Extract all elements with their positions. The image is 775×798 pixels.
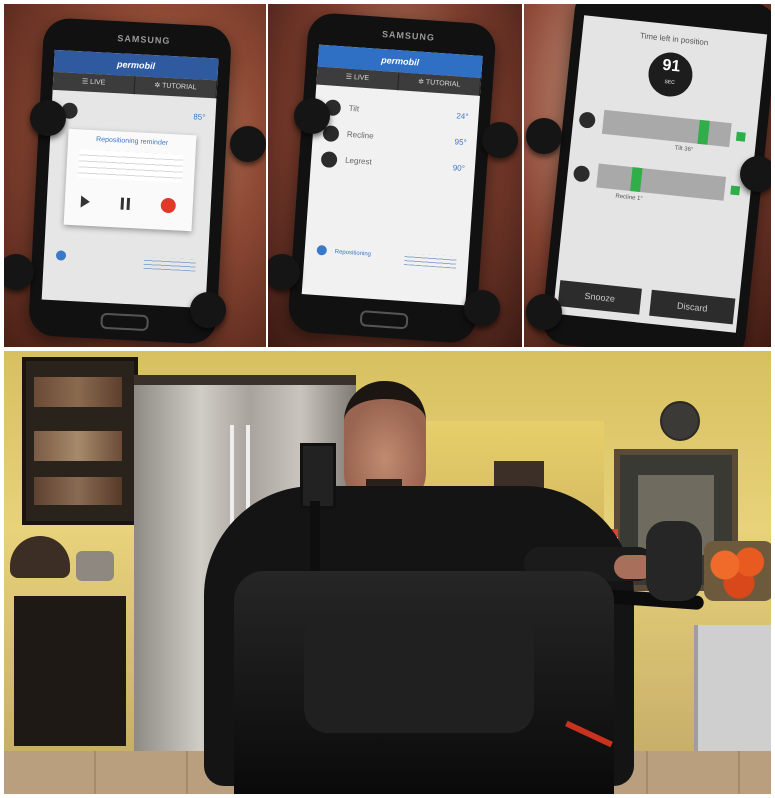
recline-icon <box>572 165 591 183</box>
mount-knob <box>482 122 518 158</box>
glass-cabinet <box>22 357 138 525</box>
app-logo: permobil <box>380 54 420 68</box>
legrest-icon <box>320 151 338 169</box>
footer-icon <box>55 250 67 261</box>
timer-value: 91 <box>661 56 682 76</box>
footer-label: Repositioning <box>334 249 372 258</box>
tilt-check-icon[interactable] <box>735 131 746 142</box>
position-row: 85° <box>61 100 206 128</box>
phone-screen: permobil ☰ LIVE ✲ TUTORIAL 85° Repositio… <box>41 49 219 309</box>
recline-value: 95° <box>454 137 467 148</box>
phone-brand-label: SAMSUNG <box>117 33 171 46</box>
cabinet-shelf <box>34 377 122 407</box>
recline-check-icon[interactable] <box>730 185 741 196</box>
stop-icon[interactable] <box>160 197 177 214</box>
wall-clock <box>660 401 700 441</box>
home-button[interactable] <box>359 310 409 330</box>
phone-photo-reminder: SAMSUNG permobil ☰ LIVE ✲ TUTORIAL 85° R… <box>4 4 266 347</box>
home-button[interactable] <box>100 312 150 332</box>
cabinet-shelf <box>34 477 122 505</box>
tab-live[interactable]: ☰ LIVE <box>52 71 136 95</box>
kitchen-photo <box>4 351 771 794</box>
play-icon[interactable] <box>80 195 91 208</box>
mount-knob <box>464 290 500 326</box>
legrest-label: Legrest <box>344 155 373 167</box>
position-value: 85° <box>193 112 206 122</box>
app-logo: permobil <box>116 59 156 72</box>
legrest-row: Legrest 90° <box>320 149 465 179</box>
phone-photo-timer: Time left in position 91 SEC Tilt 36° Re… <box>524 4 771 347</box>
footer-text <box>403 253 457 269</box>
timer-circle: 91 SEC <box>646 50 695 99</box>
tilt-label: Tilt <box>348 103 360 114</box>
phone-device: Time left in position 91 SEC Tilt 36° Re… <box>539 4 771 347</box>
phone-brand-label: SAMSUNG <box>381 28 436 43</box>
mount-knob <box>526 118 562 154</box>
timer-title: Time left in position <box>639 31 709 48</box>
footer-icon <box>316 244 328 256</box>
dialog-title: Repositioning reminder <box>95 136 169 147</box>
mount-knob <box>526 294 562 330</box>
tab-tutorial[interactable]: ✲ TUTORIAL <box>134 76 218 99</box>
legrest-value: 90° <box>452 163 466 174</box>
seat-cushion <box>304 613 534 733</box>
pause-icon[interactable] <box>120 197 125 210</box>
tilt-bar-label: Tilt 36° <box>674 145 694 154</box>
joystick-controller <box>646 521 702 601</box>
phone-device: SAMSUNG permobil ☰ LIVE ✲ TUTORIAL Tilt … <box>287 11 497 345</box>
mount-knob <box>294 98 330 134</box>
recline-label: Recline <box>346 129 374 141</box>
reminder-dialog: Repositioning reminder <box>63 128 197 232</box>
mount-knob <box>30 100 66 136</box>
lower-cabinet <box>14 596 126 746</box>
snooze-button[interactable]: Snooze <box>557 280 642 315</box>
pot <box>76 551 114 581</box>
tilt-bar-marker <box>697 119 710 145</box>
white-cabinet <box>694 625 771 755</box>
bowl <box>10 536 70 578</box>
tilt-row: Tilt 24° <box>324 97 469 127</box>
footer-text <box>143 256 196 272</box>
mount-knob <box>190 292 226 328</box>
fruit-basket <box>704 541 771 601</box>
recline-bar-label: Recline 1° <box>615 193 643 203</box>
recline-row: Recline 95° <box>322 123 467 153</box>
tilt-icon <box>578 111 597 129</box>
phone-screen: permobil ☰ LIVE ✲ TUTORIAL Tilt 24° Recl… <box>301 44 483 306</box>
phone-photo-live: SAMSUNG permobil ☰ LIVE ✲ TUTORIAL Tilt … <box>268 4 522 347</box>
cabinet-shelf <box>34 431 122 461</box>
phone-screen: Time left in position 91 SEC Tilt 36° Re… <box>552 15 768 333</box>
mount-knob <box>230 126 266 162</box>
recline-bar-marker <box>630 167 643 193</box>
mount-knob <box>740 156 771 192</box>
tilt-value: 24° <box>456 111 469 122</box>
phone-mount <box>300 443 336 509</box>
discard-button[interactable]: Discard <box>649 289 736 325</box>
tilt-bar <box>601 109 732 148</box>
dialog-text-lines <box>78 149 184 183</box>
